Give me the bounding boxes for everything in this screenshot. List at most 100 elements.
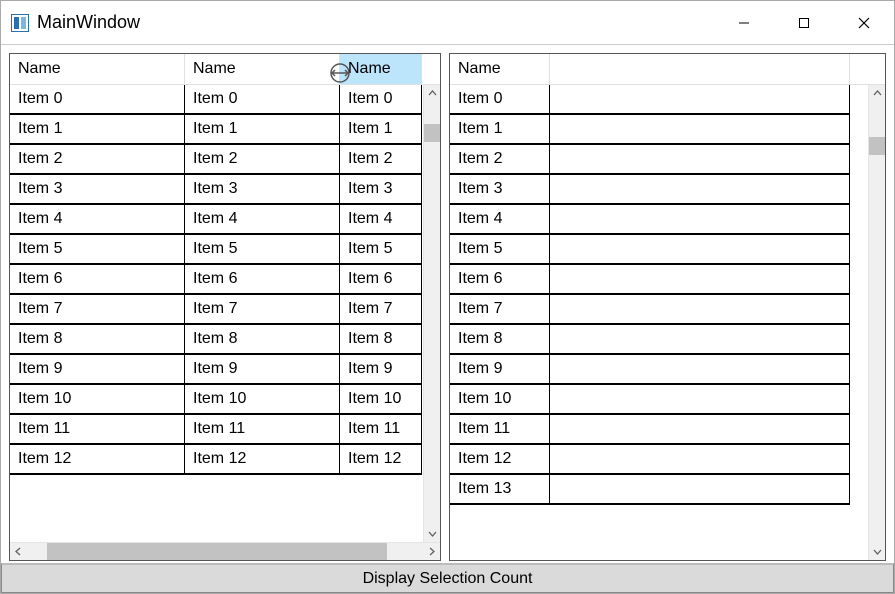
scroll-thumb[interactable] xyxy=(869,137,885,155)
table-cell[interactable]: Item 8 xyxy=(340,325,422,355)
table-cell[interactable]: Item 5 xyxy=(340,235,422,265)
scroll-track[interactable] xyxy=(869,102,885,543)
table-cell[interactable]: Item 0 xyxy=(10,85,185,115)
table-cell[interactable]: Item 2 xyxy=(10,145,185,175)
table-cell[interactable]: Item 7 xyxy=(340,295,422,325)
column-header[interactable]: Name xyxy=(10,54,185,84)
table-cell[interactable]: Item 6 xyxy=(10,265,185,295)
table-cell[interactable] xyxy=(550,325,850,355)
table-row[interactable]: Item 2Item 2Item 2 xyxy=(10,145,423,175)
table-cell[interactable]: Item 8 xyxy=(185,325,340,355)
scroll-thumb[interactable] xyxy=(424,124,440,142)
table-cell[interactable]: Item 12 xyxy=(185,445,340,475)
table-cell[interactable]: Item 4 xyxy=(340,205,422,235)
table-cell[interactable] xyxy=(550,175,850,205)
table-cell[interactable]: Item 2 xyxy=(450,145,550,175)
table-row[interactable]: Item 3 xyxy=(450,175,868,205)
column-header[interactable] xyxy=(550,54,850,84)
table-cell[interactable]: Item 2 xyxy=(185,145,340,175)
table-row[interactable]: Item 9Item 9Item 9 xyxy=(10,355,423,385)
scroll-down-icon[interactable] xyxy=(424,525,440,542)
table-cell[interactable]: Item 4 xyxy=(450,205,550,235)
table-cell[interactable] xyxy=(550,415,850,445)
table-cell[interactable]: Item 4 xyxy=(10,205,185,235)
table-row[interactable]: Item 8Item 8Item 8 xyxy=(10,325,423,355)
table-cell[interactable]: Item 5 xyxy=(450,235,550,265)
table-cell[interactable]: Item 10 xyxy=(10,385,185,415)
table-cell[interactable]: Item 3 xyxy=(185,175,340,205)
table-row[interactable]: Item 4Item 4Item 4 xyxy=(10,205,423,235)
table-row[interactable]: Item 11Item 11Item 11 xyxy=(10,415,423,445)
maximize-button[interactable] xyxy=(774,1,834,45)
left-header[interactable]: NameNameName xyxy=(10,54,440,85)
table-cell[interactable]: Item 4 xyxy=(185,205,340,235)
table-cell[interactable]: Item 7 xyxy=(185,295,340,325)
table-cell[interactable]: Item 5 xyxy=(10,235,185,265)
table-row[interactable]: Item 6Item 6Item 6 xyxy=(10,265,423,295)
table-row[interactable]: Item 0Item 0Item 0 xyxy=(10,85,423,115)
right-body[interactable]: Item 0Item 1Item 2Item 3Item 4Item 5Item… xyxy=(450,85,868,560)
close-button[interactable] xyxy=(834,1,894,45)
table-cell[interactable]: Item 10 xyxy=(185,385,340,415)
table-cell[interactable] xyxy=(550,355,850,385)
scroll-right-icon[interactable] xyxy=(423,543,440,560)
column-header[interactable]: Name xyxy=(450,54,550,84)
table-cell[interactable]: Item 8 xyxy=(10,325,185,355)
scroll-track[interactable] xyxy=(27,543,423,560)
scroll-up-icon[interactable] xyxy=(424,85,440,102)
left-vertical-scrollbar[interactable] xyxy=(423,85,440,542)
table-cell[interactable]: Item 0 xyxy=(450,85,550,115)
display-selection-count-button[interactable]: Display Selection Count xyxy=(1,563,894,593)
table-cell[interactable] xyxy=(550,235,850,265)
table-cell[interactable]: Item 3 xyxy=(340,175,422,205)
table-cell[interactable]: Item 6 xyxy=(450,265,550,295)
table-row[interactable]: Item 2 xyxy=(450,145,868,175)
table-cell[interactable]: Item 3 xyxy=(10,175,185,205)
table-cell[interactable]: Item 11 xyxy=(185,415,340,445)
table-row[interactable]: Item 3Item 3Item 3 xyxy=(10,175,423,205)
table-row[interactable]: Item 6 xyxy=(450,265,868,295)
table-row[interactable]: Item 9 xyxy=(450,355,868,385)
table-cell[interactable] xyxy=(550,475,850,505)
table-cell[interactable]: Item 1 xyxy=(450,115,550,145)
table-cell[interactable]: Item 1 xyxy=(185,115,340,145)
table-cell[interactable]: Item 1 xyxy=(10,115,185,145)
table-cell[interactable] xyxy=(550,265,850,295)
table-row[interactable]: Item 8 xyxy=(450,325,868,355)
table-row[interactable]: Item 10 xyxy=(450,385,868,415)
table-cell[interactable]: Item 11 xyxy=(340,415,422,445)
table-row[interactable]: Item 4 xyxy=(450,205,868,235)
table-cell[interactable]: Item 10 xyxy=(450,385,550,415)
table-row[interactable]: Item 1 xyxy=(450,115,868,145)
right-datagrid[interactable]: Name Item 0Item 1Item 2Item 3Item 4Item … xyxy=(449,53,886,561)
table-cell[interactable]: Item 11 xyxy=(450,415,550,445)
table-cell[interactable] xyxy=(550,145,850,175)
column-header[interactable]: Name xyxy=(185,54,340,84)
right-header[interactable]: Name xyxy=(450,54,885,85)
left-horizontal-scrollbar[interactable] xyxy=(10,542,440,560)
table-row[interactable]: Item 7Item 7Item 7 xyxy=(10,295,423,325)
minimize-button[interactable] xyxy=(714,1,774,45)
table-cell[interactable] xyxy=(550,205,850,235)
table-row[interactable]: Item 1Item 1Item 1 xyxy=(10,115,423,145)
table-row[interactable]: Item 13 xyxy=(450,475,868,505)
table-cell[interactable]: Item 6 xyxy=(340,265,422,295)
left-body[interactable]: Item 0Item 0Item 0Item 1Item 1Item 1Item… xyxy=(10,85,423,542)
table-cell[interactable]: Item 9 xyxy=(10,355,185,385)
table-cell[interactable]: Item 5 xyxy=(185,235,340,265)
table-cell[interactable] xyxy=(550,295,850,325)
table-cell[interactable]: Item 7 xyxy=(10,295,185,325)
table-cell[interactable] xyxy=(550,85,850,115)
table-row[interactable]: Item 12Item 12Item 12 xyxy=(10,445,423,475)
table-cell[interactable]: Item 12 xyxy=(450,445,550,475)
table-row[interactable]: Item 11 xyxy=(450,415,868,445)
scroll-track[interactable] xyxy=(424,102,440,525)
scroll-down-icon[interactable] xyxy=(869,543,885,560)
table-cell[interactable]: Item 11 xyxy=(10,415,185,445)
table-cell[interactable] xyxy=(550,115,850,145)
scroll-up-icon[interactable] xyxy=(869,85,885,102)
table-cell[interactable]: Item 9 xyxy=(185,355,340,385)
table-cell[interactable]: Item 0 xyxy=(340,85,422,115)
table-cell[interactable]: Item 8 xyxy=(450,325,550,355)
table-cell[interactable]: Item 12 xyxy=(340,445,422,475)
